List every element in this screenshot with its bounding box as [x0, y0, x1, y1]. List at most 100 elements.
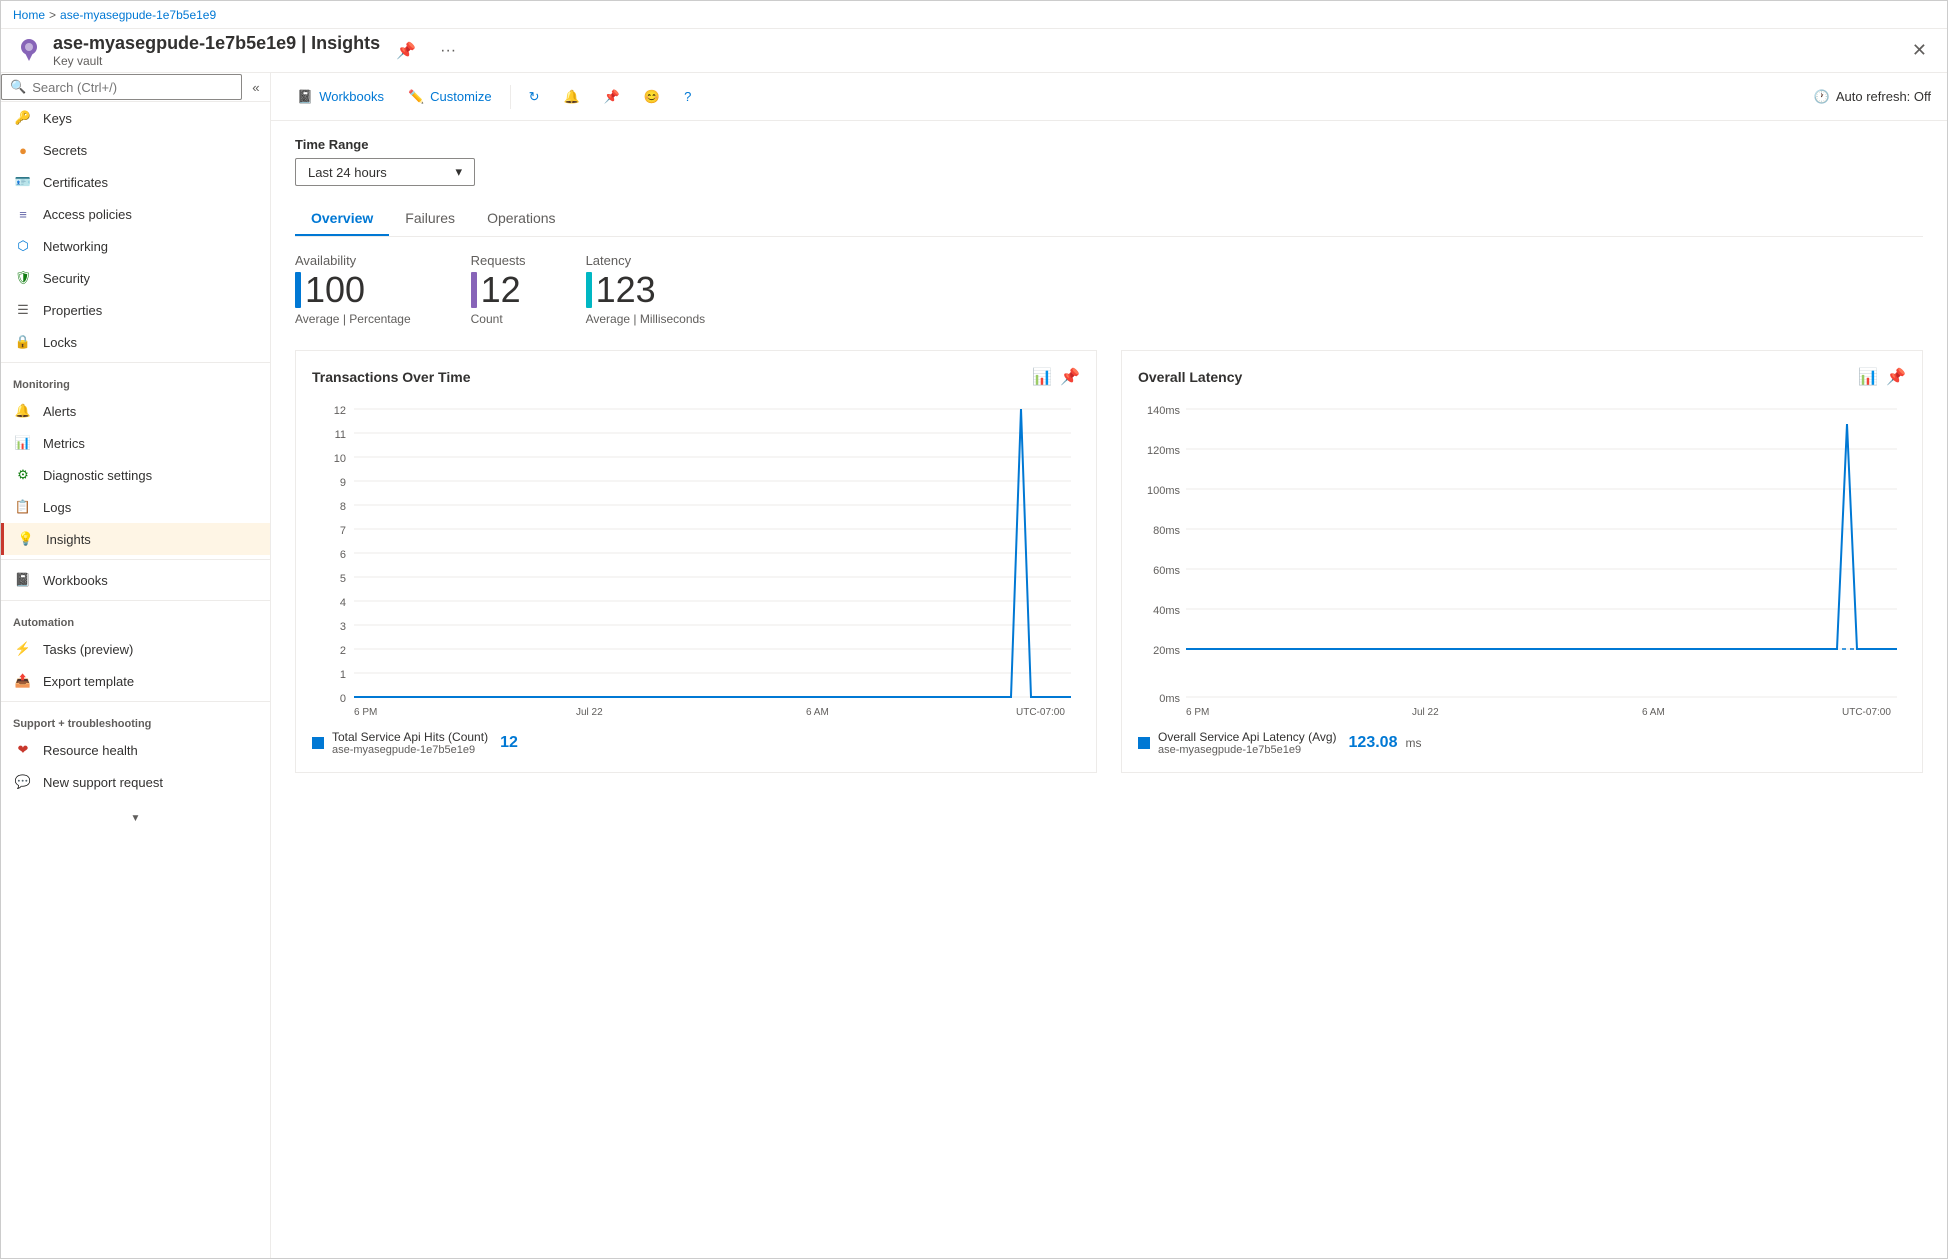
search-box[interactable]: 🔍	[1, 74, 242, 100]
metric-latency-label: Latency	[586, 253, 706, 268]
chart-transactions-legend-value: 12	[500, 734, 518, 752]
chart-transactions-legend-text: Total Service Api Hits (Count)	[332, 730, 488, 744]
certificates-icon: 🪪	[13, 172, 33, 192]
sidebar-item-security[interactable]: 🛡 Security	[1, 262, 270, 294]
svg-text:Jul 22: Jul 22	[576, 707, 603, 718]
metrics-row: Availability 100 Average | Percentage Re…	[295, 253, 1923, 326]
sidebar-item-properties[interactable]: ☰ Properties	[1, 294, 270, 326]
search-input[interactable]	[32, 80, 233, 95]
sidebar-label-security: Security	[43, 271, 90, 286]
sidebar-item-networking[interactable]: ⬡ Networking	[1, 230, 270, 262]
tab-failures[interactable]: Failures	[389, 202, 471, 236]
customize-button[interactable]: ✏️ Customize	[398, 83, 502, 111]
svg-text:4: 4	[340, 597, 346, 609]
sidebar-label-export-template: Export template	[43, 674, 134, 689]
tab-overview[interactable]: Overview	[295, 202, 389, 236]
svg-text:8: 8	[340, 501, 346, 513]
svg-text:6 PM: 6 PM	[354, 707, 377, 718]
sidebar-item-certificates[interactable]: 🪪 Certificates	[1, 166, 270, 198]
emoji-icon: 😊	[644, 89, 660, 105]
metric-availability-sublabel: Average | Percentage	[295, 312, 411, 326]
svg-text:140ms: 140ms	[1147, 405, 1181, 417]
svg-text:80ms: 80ms	[1153, 525, 1180, 537]
metric-latency: Latency 123 Average | Milliseconds	[586, 253, 706, 326]
sidebar-collapse-button[interactable]: «	[242, 73, 270, 101]
help-icon: ?	[684, 89, 691, 104]
chart-latency-svg: 140ms 120ms 100ms 80ms 60ms 40ms 20ms 0m…	[1138, 399, 1906, 719]
sidebar-label-workbooks: Workbooks	[43, 573, 108, 588]
chart-transactions-legend: Total Service Api Hits (Count) ase-myase…	[312, 730, 1080, 756]
svg-text:0ms: 0ms	[1159, 693, 1180, 705]
metric-latency-value-row: 123	[586, 272, 706, 308]
metric-availability-label: Availability	[295, 253, 411, 268]
locks-icon: 🔒	[13, 332, 33, 352]
sidebar-item-locks[interactable]: 🔒 Locks	[1, 326, 270, 358]
content-area: 📓 Workbooks ✏️ Customize ↻ 🔔 📌	[271, 73, 1947, 1258]
metric-requests-bar	[471, 272, 477, 308]
pin-toolbar-button[interactable]: 📌	[594, 83, 630, 111]
refresh-button[interactable]: ↻	[519, 83, 550, 111]
sidebar-item-resource-health[interactable]: ❤ Resource health	[1, 734, 270, 766]
sidebar-item-keys[interactable]: 🔑 Keys	[1, 102, 270, 134]
sidebar-item-insights[interactable]: 💡 Insights	[1, 523, 270, 555]
sidebar-item-alerts[interactable]: 🔔 Alerts	[1, 395, 270, 427]
chart-transactions-pin-btn[interactable]: 📌	[1060, 367, 1080, 387]
metric-availability: Availability 100 Average | Percentage	[295, 253, 411, 326]
chart-latency-legend: Overall Service Api Latency (Avg) ase-my…	[1138, 730, 1906, 756]
sidebar-item-new-support[interactable]: 💬 New support request	[1, 766, 270, 798]
metric-requests-value: 12	[481, 272, 521, 308]
chart-transactions-legend-sub: ase-myasegpude-1e7b5e1e9	[332, 744, 488, 756]
chart-latency-actions: 📊 📌	[1858, 367, 1906, 387]
sidebar-item-workbooks[interactable]: 📓 Workbooks	[1, 564, 270, 596]
svg-text:UTC-07:00: UTC-07:00	[1842, 707, 1891, 718]
automation-section-label: Automation	[1, 605, 270, 633]
tabs-bar: Overview Failures Operations	[295, 202, 1923, 237]
sidebar-item-access-policies[interactable]: ≡ Access policies	[1, 198, 270, 230]
sidebar-item-logs[interactable]: 📋 Logs	[1, 491, 270, 523]
pin-button[interactable]: 📌	[388, 37, 424, 65]
tab-operations[interactable]: Operations	[471, 202, 571, 236]
metric-latency-bar	[586, 272, 592, 308]
notification-icon: 🔔	[564, 89, 580, 105]
metric-requests-sublabel: Count	[471, 312, 526, 326]
sidebar-label-metrics: Metrics	[43, 436, 85, 451]
support-section-label: Support + troubleshooting	[1, 706, 270, 734]
svg-text:7: 7	[340, 525, 346, 537]
svg-text:60ms: 60ms	[1153, 565, 1180, 577]
notification-button[interactable]: 🔔	[554, 83, 590, 111]
sidebar-label-resource-health: Resource health	[43, 743, 138, 758]
divider-workbooks	[1, 559, 270, 560]
sidebar-item-export-template[interactable]: 📤 Export template	[1, 665, 270, 697]
sidebar-label-insights: Insights	[46, 532, 91, 547]
resource-health-icon: ❤	[13, 740, 33, 760]
workbooks-button[interactable]: 📓 Workbooks	[287, 83, 394, 111]
title-bar: ase-myasegpude-1e7b5e1e9 | Insights Key …	[1, 29, 1947, 73]
breadcrumb-current[interactable]: ase-myasegpude-1e7b5e1e9	[60, 8, 216, 22]
sidebar-item-metrics[interactable]: 📊 Metrics	[1, 427, 270, 459]
customize-icon: ✏️	[408, 89, 424, 105]
networking-icon: ⬡	[13, 236, 33, 256]
time-range-select[interactable]: Last 24 hours ▾	[295, 158, 475, 186]
close-button[interactable]: ✕	[1904, 36, 1935, 65]
access-policies-icon: ≡	[13, 204, 33, 224]
sidebar-item-diagnostic-settings[interactable]: ⚙ Diagnostic settings	[1, 459, 270, 491]
chart-latency-metrics-btn[interactable]: 📊	[1858, 367, 1878, 387]
chart-transactions-title: Transactions Over Time	[312, 369, 470, 385]
svg-text:11: 11	[335, 429, 346, 441]
breadcrumb-home[interactable]: Home	[13, 8, 45, 22]
properties-icon: ☰	[13, 300, 33, 320]
sidebar-item-tasks[interactable]: ⚡ Tasks (preview)	[1, 633, 270, 665]
more-button[interactable]: ···	[432, 38, 464, 64]
help-button[interactable]: ?	[674, 83, 701, 110]
chart-latency-pin-btn[interactable]: 📌	[1886, 367, 1906, 387]
chart-transactions-metrics-btn[interactable]: 📊	[1032, 367, 1052, 387]
toolbar: 📓 Workbooks ✏️ Customize ↻ 🔔 📌	[271, 73, 1947, 121]
sidebar-item-secrets[interactable]: ● Secrets	[1, 134, 270, 166]
main-layout: 🔍 « 🔑 Keys ● Secrets 🪪 Certifica	[1, 73, 1947, 1258]
chart-transactions-actions: 📊 📌	[1032, 367, 1080, 387]
breadcrumb: Home > ase-myasegpude-1e7b5e1e9	[1, 1, 1947, 29]
chart-transactions-legend-bar	[312, 737, 324, 749]
svg-text:10: 10	[334, 453, 346, 465]
emoji-button[interactable]: 😊	[634, 83, 670, 111]
auto-refresh-icon: 🕐	[1814, 89, 1830, 105]
